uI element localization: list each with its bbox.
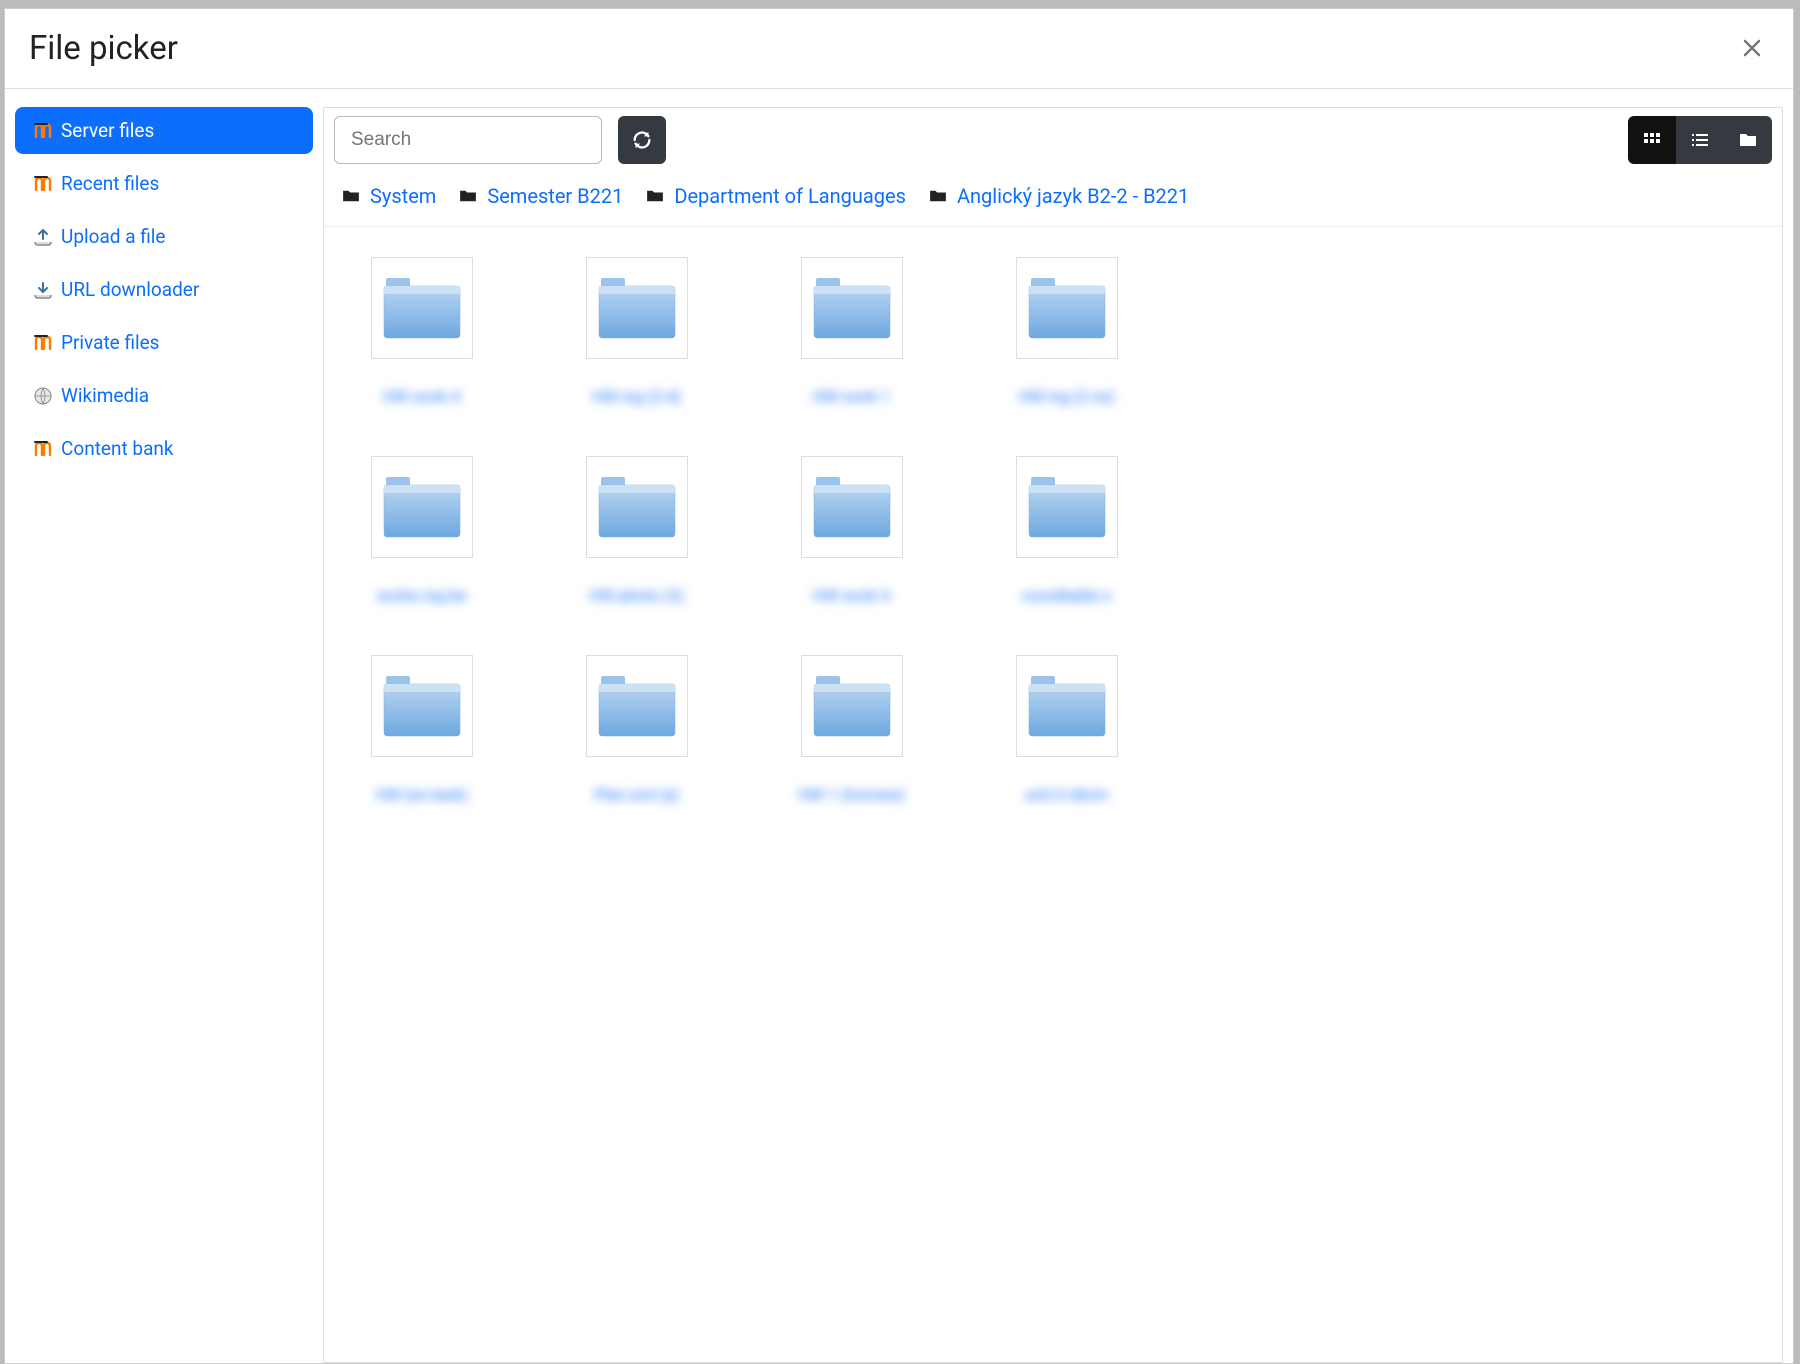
folder-thumb xyxy=(371,655,473,757)
repo-upload-file[interactable]: Upload a file xyxy=(15,213,313,260)
folder-thumb xyxy=(371,456,473,558)
repo-content-bank[interactable]: Content bank xyxy=(15,425,313,472)
folder-item[interactable]: works ing be xyxy=(344,456,499,605)
moodle-icon xyxy=(33,439,53,459)
breadcrumb-item[interactable]: Semester B221 xyxy=(459,178,623,214)
repo-server-files[interactable]: Server files xyxy=(15,107,313,154)
repo-url-downloader[interactable]: URL downloader xyxy=(15,266,313,313)
folder-thumb xyxy=(586,257,688,359)
folder-item[interactable]: HW work 4 xyxy=(774,456,929,605)
breadcrumb-link: Department of Languages xyxy=(674,178,906,214)
folder-item[interactable]: HW ing (2 ex) xyxy=(989,257,1144,406)
folder-item[interactable]: roundtable s xyxy=(989,456,1144,605)
breadcrumb-link: Semester B221 xyxy=(487,178,623,214)
view-icons-button[interactable] xyxy=(1628,116,1676,164)
file-area[interactable]: HW work 4 HW ing (2-4) HW work 1 HW ing … xyxy=(324,227,1782,1362)
view-mode-group xyxy=(1628,116,1772,164)
folder-label: HW 1 (homew) xyxy=(798,785,904,804)
folder-icon xyxy=(459,189,477,203)
folder-label: HW (ex-task) xyxy=(376,785,468,804)
upload-icon xyxy=(33,227,53,247)
folder-item[interactable]: HW work 1 xyxy=(774,257,929,406)
folder-label: HW work 4 xyxy=(383,387,460,406)
breadcrumb: System Semester B221 Department of Langu… xyxy=(324,172,1782,226)
breadcrumb-link: System xyxy=(370,178,436,214)
search-input[interactable] xyxy=(334,116,602,164)
repo-label: Content bank xyxy=(61,437,174,460)
folder-thumb xyxy=(801,456,903,558)
file-grid: HW work 4 HW ing (2-4) HW work 1 HW ing … xyxy=(344,257,1144,804)
file-picker-modal: File picker Server files Recent files xyxy=(4,8,1794,1364)
repo-recent-files[interactable]: Recent files xyxy=(15,160,313,207)
folder-label: HW photo (3) xyxy=(589,586,684,605)
moodle-icon xyxy=(33,333,53,353)
modal-body: Server files Recent files Upload a file … xyxy=(5,89,1793,1363)
repo-label: Upload a file xyxy=(61,225,165,248)
list-icon xyxy=(1690,130,1710,150)
modal-title: File picker xyxy=(29,29,178,68)
repo-label: URL downloader xyxy=(61,278,199,301)
folder-item[interactable]: Plan ex4 (a) xyxy=(559,655,714,804)
moodle-icon xyxy=(33,174,53,194)
folder-thumb xyxy=(801,655,903,757)
view-list-button[interactable] xyxy=(1676,116,1724,164)
folder-thumb xyxy=(801,257,903,359)
repo-private-files[interactable]: Private files xyxy=(15,319,313,366)
folder-label: Plan ex4 (a) xyxy=(594,785,679,804)
repo-label: Recent files xyxy=(61,172,159,195)
folder-label: HW work 4 xyxy=(813,586,890,605)
close-icon xyxy=(1743,39,1761,57)
folder-thumb xyxy=(1016,257,1118,359)
download-icon xyxy=(33,280,53,300)
folder-thumb xyxy=(1016,655,1118,757)
folder-item[interactable]: unit 6 idiom xyxy=(989,655,1144,804)
folder-thumb xyxy=(1016,456,1118,558)
file-area-wrap: HW work 4 HW ing (2-4) HW work 1 HW ing … xyxy=(324,226,1782,1362)
folder-icon xyxy=(646,189,664,203)
folder-label: works ing be xyxy=(376,586,466,605)
refresh-icon xyxy=(631,129,653,151)
folder-item[interactable]: HW 1 (homew) xyxy=(774,655,929,804)
modal-header: File picker xyxy=(5,9,1793,89)
breadcrumb-item[interactable]: Department of Languages xyxy=(646,178,906,214)
folder-icon xyxy=(1738,131,1758,149)
repository-sidebar: Server files Recent files Upload a file … xyxy=(15,107,313,1363)
folder-thumb xyxy=(371,257,473,359)
folder-item[interactable]: HW (ex-task) xyxy=(344,655,499,804)
folder-item[interactable]: HW work 4 xyxy=(344,257,499,406)
folder-item[interactable]: HW photo (3) xyxy=(559,456,714,605)
file-panel: System Semester B221 Department of Langu… xyxy=(323,107,1783,1363)
folder-thumb xyxy=(586,655,688,757)
folder-label: HW work 1 xyxy=(813,387,890,406)
breadcrumb-link: Anglický jazyk B2-2 - B221 xyxy=(957,178,1189,214)
repo-label: Private files xyxy=(61,331,159,354)
moodle-icon xyxy=(33,121,53,141)
folder-label: HW ing (2-4) xyxy=(592,387,681,406)
refresh-button[interactable] xyxy=(618,116,666,164)
grid-icon xyxy=(1642,130,1662,150)
folder-label: unit 6 idiom xyxy=(1025,785,1109,804)
folder-thumb xyxy=(586,456,688,558)
globe-icon xyxy=(33,386,53,406)
folder-label: roundtable s xyxy=(1022,586,1111,605)
repo-label: Wikimedia xyxy=(61,384,149,407)
close-button[interactable] xyxy=(1735,30,1769,68)
breadcrumb-item[interactable]: Anglický jazyk B2-2 - B221 xyxy=(929,178,1189,214)
breadcrumb-item[interactable]: System xyxy=(342,178,436,214)
folder-label: HW ing (2 ex) xyxy=(1019,387,1115,406)
folder-item[interactable]: HW ing (2-4) xyxy=(559,257,714,406)
folder-icon xyxy=(342,189,360,203)
view-tree-button[interactable] xyxy=(1724,116,1772,164)
repo-wikimedia[interactable]: Wikimedia xyxy=(15,372,313,419)
folder-icon xyxy=(929,189,947,203)
repo-label: Server files xyxy=(61,119,154,142)
toolbar xyxy=(324,108,1782,172)
